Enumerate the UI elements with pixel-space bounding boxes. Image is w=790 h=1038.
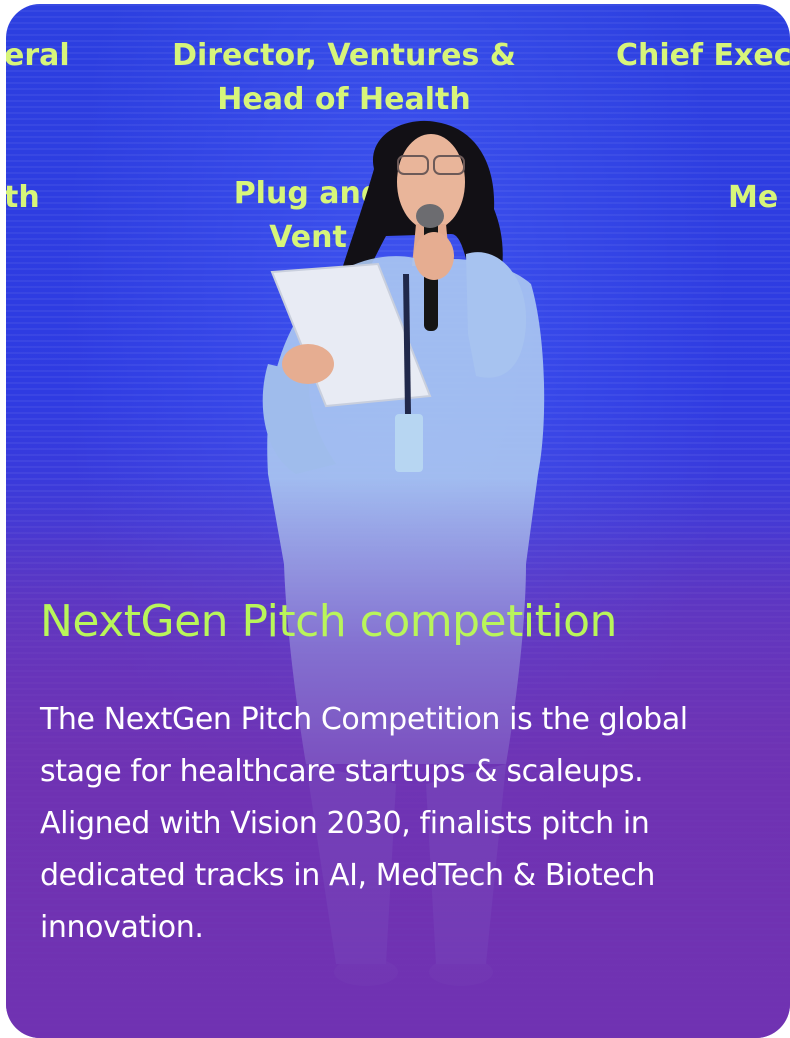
competition-card[interactable]: eral Director, Ventures & Head of Health… <box>6 4 790 1038</box>
card-title: NextGen Pitch competition <box>40 596 617 647</box>
card-description: The NextGen Pitch Competition is the glo… <box>40 702 688 945</box>
